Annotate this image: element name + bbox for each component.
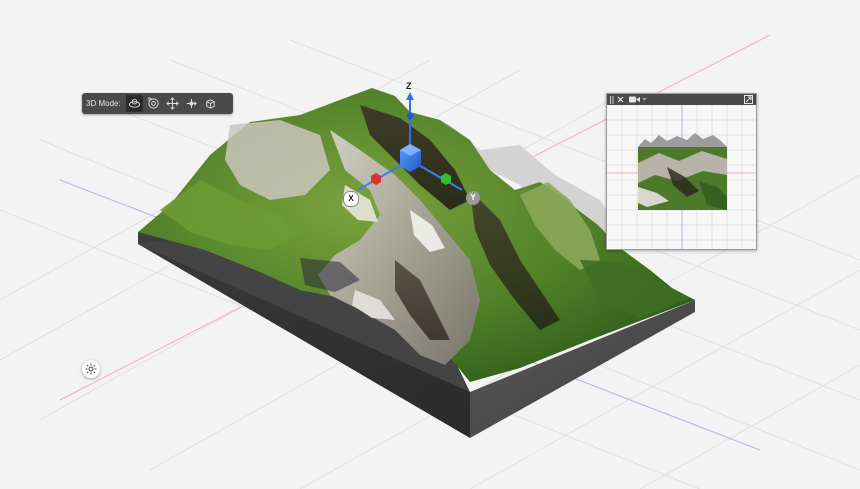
x-axis-label: X xyxy=(343,191,359,207)
roll-icon xyxy=(148,97,159,109)
orbit-icon xyxy=(128,98,140,108)
scale-icon xyxy=(206,99,215,109)
grip-icon[interactable] xyxy=(610,95,614,104)
slide-icon xyxy=(186,98,197,109)
pan-icon xyxy=(165,97,179,110)
chevron-down-icon[interactable] xyxy=(642,97,647,102)
camera-preview-viewport[interactable] xyxy=(607,105,756,249)
close-icon[interactable] xyxy=(617,96,624,103)
orbit-3d-camera-button[interactable] xyxy=(125,95,143,112)
slide-3d-camera-button[interactable] xyxy=(183,95,200,112)
y-axis-label: Y xyxy=(466,191,480,205)
sun-icon xyxy=(85,363,97,375)
expand-icon[interactable] xyxy=(744,95,753,104)
3d-camera-preview-panel xyxy=(606,93,757,250)
pan-3d-camera-button[interactable] xyxy=(164,95,181,112)
3d-mode-label: 3D Mode: xyxy=(86,99,121,108)
3d-mode-toolbar: 3D Mode: xyxy=(82,93,233,114)
preview-header xyxy=(607,94,756,105)
z-axis-label: Z xyxy=(406,81,412,91)
preview-render xyxy=(607,105,756,249)
roll-3d-camera-button[interactable] xyxy=(145,95,162,112)
light-source-button[interactable] xyxy=(82,360,100,378)
scale-3d-object-button[interactable] xyxy=(202,95,219,112)
camera-icon[interactable] xyxy=(629,96,640,103)
